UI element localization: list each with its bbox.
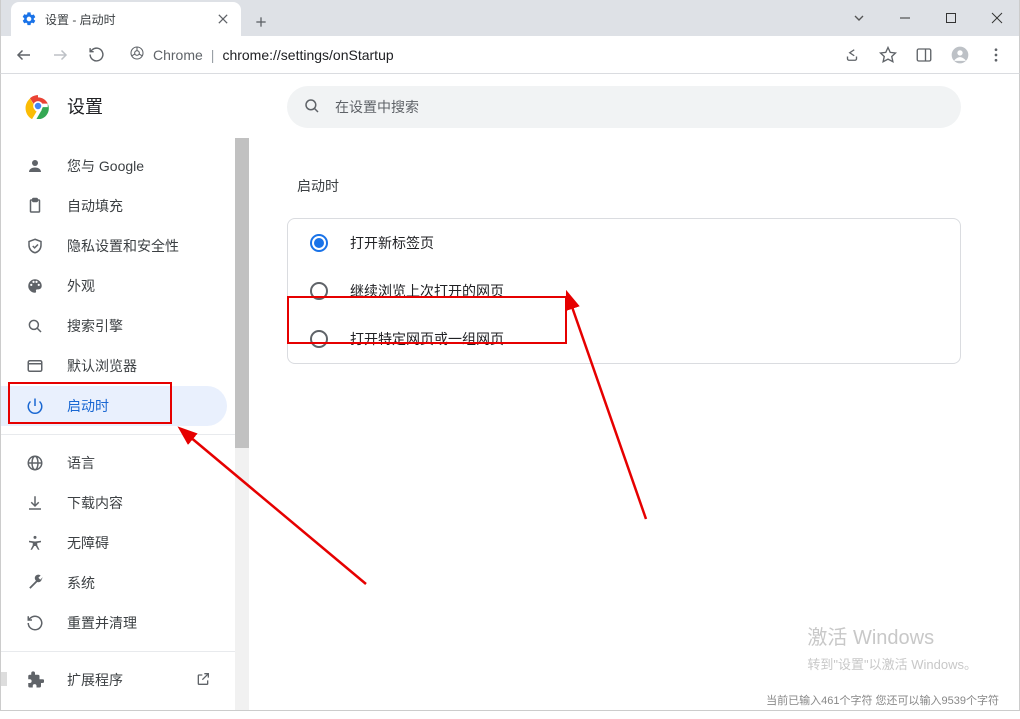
- sidebar-label: 系统: [67, 573, 95, 593]
- chevron-down-icon[interactable]: [836, 0, 882, 36]
- sidebar-item-downloads[interactable]: 下载内容: [1, 483, 227, 523]
- tab-settings[interactable]: 设置 - 启动时: [11, 2, 241, 36]
- sidebar: 您与 Google 自动填充 隐私设置和安全性 外观 搜索引擎 默认浏览器 启动…: [1, 138, 249, 710]
- watermark-title: 激活 Windows: [807, 623, 977, 653]
- settings-header: 设置 在设置中搜索: [1, 74, 1019, 138]
- profile-icon[interactable]: [945, 40, 975, 70]
- sidebar-item-you-and-google[interactable]: 您与 Google: [1, 146, 227, 186]
- sidebar-label: 启动时: [67, 396, 109, 416]
- shield-icon: [25, 236, 45, 256]
- option-label: 打开新标签页: [350, 233, 434, 253]
- section-title: 启动时: [297, 176, 961, 196]
- sidebar-label: 重置并清理: [67, 613, 137, 633]
- close-icon[interactable]: [215, 11, 231, 27]
- person-icon: [25, 156, 45, 176]
- power-icon: [25, 396, 45, 416]
- address-brand: Chrome: [153, 47, 203, 63]
- sidebar-label: 隐私设置和安全性: [67, 236, 179, 256]
- clipboard-icon: [25, 196, 45, 216]
- sidebar-label: 自动填充: [67, 196, 123, 216]
- accessibility-icon: [25, 533, 45, 553]
- sidebar-item-system[interactable]: 系统: [1, 563, 227, 603]
- startup-options-card: 打开新标签页 继续浏览上次打开的网页 打开特定网页或一组网页: [287, 218, 961, 364]
- search-icon: [303, 97, 321, 118]
- sidebar-label: 默认浏览器: [67, 356, 137, 376]
- sidebar-label: 下载内容: [67, 493, 123, 513]
- sidebar-label: 语言: [67, 453, 95, 473]
- sidebar-divider: [1, 651, 235, 652]
- search-placeholder: 在设置中搜索: [335, 97, 419, 117]
- search-icon: [25, 316, 45, 336]
- sidebar-label: 扩展程序: [67, 670, 123, 690]
- settings-search[interactable]: 在设置中搜索: [287, 86, 961, 128]
- bookmark-icon[interactable]: [873, 40, 903, 70]
- sidebar-item-language[interactable]: 语言: [1, 443, 227, 483]
- sidebar-item-reset[interactable]: 重置并清理: [1, 603, 227, 643]
- back-button[interactable]: [9, 40, 39, 70]
- wrench-icon: [25, 573, 45, 593]
- windows-activation-watermark: 激活 Windows 转到"设置"以激活 Windows。: [807, 623, 977, 675]
- sidebar-item-accessibility[interactable]: 无障碍: [1, 523, 227, 563]
- sidebar-item-search[interactable]: 搜索引擎: [1, 306, 227, 346]
- toolbar: Chrome | chrome://settings/onStartup: [0, 36, 1020, 74]
- reload-button[interactable]: [81, 40, 111, 70]
- option-label: 打开特定网页或一组网页: [350, 329, 504, 349]
- menu-icon[interactable]: [981, 40, 1011, 70]
- sidebar-item-autofill[interactable]: 自动填充: [1, 186, 227, 226]
- chrome-circle-icon: [129, 45, 145, 64]
- sidebar-label: 无障碍: [67, 533, 109, 553]
- share-icon[interactable]: [837, 40, 867, 70]
- side-panel-icon[interactable]: [909, 40, 939, 70]
- address-bar[interactable]: Chrome | chrome://settings/onStartup: [117, 40, 831, 70]
- address-separator: |: [211, 47, 215, 63]
- option-label: 继续浏览上次打开的网页: [350, 281, 504, 301]
- bottom-fragment-text: 当前已输入461个字符 您还可以输入9539个字符: [766, 692, 999, 708]
- sidebar-scrollbar-thumb[interactable]: [235, 138, 249, 448]
- extension-icon: [25, 670, 45, 690]
- new-tab-button[interactable]: [247, 8, 275, 36]
- palette-icon: [25, 276, 45, 296]
- watermark-sub: 转到"设置"以激活 Windows。: [807, 655, 977, 675]
- radio-selected[interactable]: [310, 234, 328, 252]
- gear-icon: [21, 11, 37, 27]
- sidebar-item-privacy[interactable]: 隐私设置和安全性: [1, 226, 227, 266]
- forward-button[interactable]: [45, 40, 75, 70]
- settings-title: 设置: [67, 93, 103, 119]
- download-icon: [25, 493, 45, 513]
- left-edge-fragment: [1, 672, 7, 686]
- sidebar-divider: [1, 434, 235, 435]
- tab-title: 设置 - 启动时: [45, 11, 207, 28]
- window-controls: [836, 0, 1020, 36]
- sidebar-item-extensions[interactable]: 扩展程序: [1, 660, 227, 700]
- globe-icon: [25, 453, 45, 473]
- close-button[interactable]: [974, 0, 1020, 36]
- sidebar-item-appearance[interactable]: 外观: [1, 266, 227, 306]
- option-new-tab[interactable]: 打开新标签页: [288, 219, 960, 267]
- sidebar-item-default-browser[interactable]: 默认浏览器: [1, 346, 227, 386]
- content-area: 设置 在设置中搜索 您与 Google 自动填充 隐私设置和安全性 外观 搜索引…: [0, 74, 1020, 711]
- option-specific-pages[interactable]: 打开特定网页或一组网页: [288, 315, 960, 363]
- radio-unselected[interactable]: [310, 330, 328, 348]
- chrome-logo-icon: [25, 93, 51, 119]
- open-external-icon: [195, 671, 213, 689]
- sidebar-label: 搜索引擎: [67, 316, 123, 336]
- maximize-button[interactable]: [928, 0, 974, 36]
- restore-icon: [25, 613, 45, 633]
- address-url: chrome://settings/onStartup: [222, 47, 393, 63]
- sidebar-item-on-startup[interactable]: 启动时: [1, 386, 227, 426]
- option-continue[interactable]: 继续浏览上次打开的网页: [288, 267, 960, 315]
- sidebar-label: 您与 Google: [67, 156, 144, 176]
- browser-icon: [25, 356, 45, 376]
- sidebar-label: 外观: [67, 276, 95, 296]
- radio-unselected[interactable]: [310, 282, 328, 300]
- minimize-button[interactable]: [882, 0, 928, 36]
